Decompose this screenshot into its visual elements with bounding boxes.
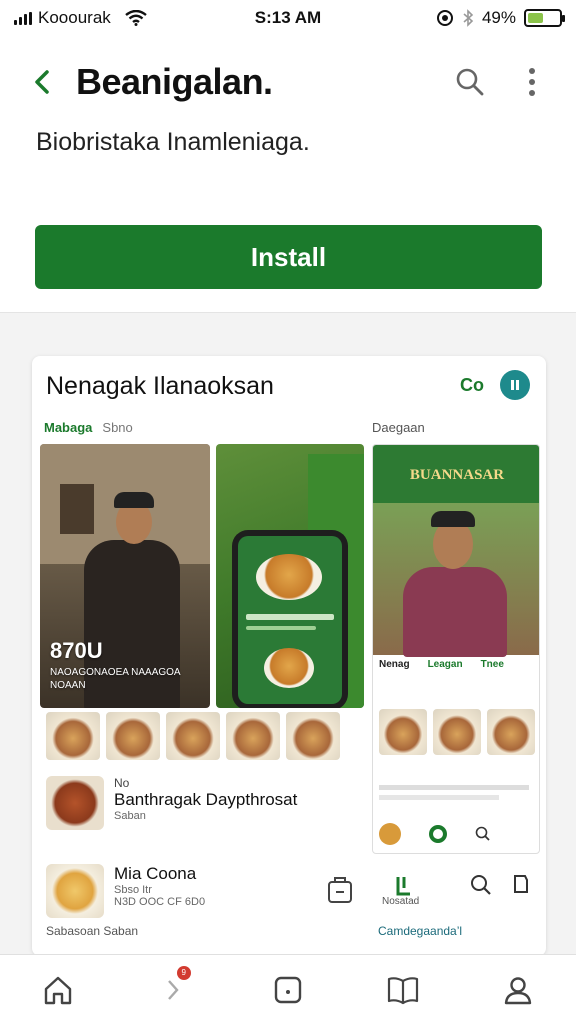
app-square-icon — [274, 976, 302, 1003]
install-button[interactable]: Install — [35, 225, 542, 289]
co-icon: Co — [460, 374, 484, 395]
food-thumb[interactable] — [433, 709, 481, 755]
food-thumbnails — [46, 712, 340, 760]
food-thumb[interactable] — [226, 712, 280, 760]
carrier-name: Kooourak — [38, 8, 111, 27]
screenshot-app-home[interactable]: BUANNASAR Nenag Leagan Tnee — [372, 444, 540, 854]
profile-icon — [505, 976, 532, 1004]
phone-mockup — [232, 530, 348, 708]
tab-sbno[interactable]: Sbno — [102, 420, 132, 435]
nav-forward[interactable]: 9 — [143, 960, 203, 1020]
dish-thumbnail — [46, 864, 104, 918]
app-banner: BUANNASAR — [373, 445, 539, 503]
app-tab-3[interactable]: Tnee — [481, 659, 504, 670]
list-item-meta: Sbso Itr — [114, 884, 152, 896]
preview-title: Nenagak Ilanaoksan — [46, 372, 274, 400]
food-thumb[interactable] — [46, 712, 100, 760]
nav-apps[interactable] — [258, 960, 318, 1020]
signal-icon — [14, 11, 32, 25]
food-thumb[interactable] — [487, 709, 535, 755]
footnote-left: Sabasoan Saban — [46, 924, 139, 938]
app-badge-icon — [500, 370, 530, 400]
app-subtitle: Biobristaka Inamleniaga. — [36, 128, 310, 156]
screenshot-photo-phone[interactable] — [216, 444, 364, 708]
battery-icon — [524, 9, 565, 27]
back-arrow-icon[interactable] — [24, 64, 60, 100]
nav-library[interactable] — [373, 960, 433, 1020]
search-icon[interactable] — [475, 826, 491, 842]
wifi-icon — [125, 10, 147, 26]
vendor-photo — [373, 503, 539, 657]
list-item-title: Mia Coona — [114, 864, 197, 883]
list-item-meta-2: N3D OOC CF 6D0 — [114, 896, 206, 908]
food-thumb[interactable] — [106, 712, 160, 760]
app-tab-2[interactable]: Leagan — [428, 659, 463, 670]
search-icon[interactable] — [450, 62, 490, 102]
dish-thumbnail — [46, 776, 104, 830]
alarm-icon — [436, 10, 453, 26]
footnote-right: Camdegaanda’l — [378, 924, 463, 938]
nav-home[interactable] — [28, 960, 88, 1020]
home-icon — [44, 976, 71, 1004]
app-header: Beanigalan. — [0, 52, 576, 112]
search-icon[interactable] — [470, 874, 492, 901]
list-item[interactable]: Mia Coona Sbso Itr N3D OOC CF 6D0 — [46, 864, 205, 918]
tab-mabaga[interactable]: Mabaga — [44, 420, 92, 435]
status-bar: Kooourak S:13 AM 49% — [0, 0, 576, 36]
page-title: Beanigalan. — [76, 61, 273, 102]
install-small-label: Nosatad — [382, 896, 420, 907]
list-item[interactable]: No Banthragak Daypthrosat Saban — [46, 776, 297, 830]
app-preview-card[interactable]: Nenagak Ilanaoksan Co Mabaga Sbno Daegaa… — [32, 356, 546, 956]
overlay-number: 870U — [50, 638, 103, 663]
battery-percent: 49% — [481, 8, 516, 27]
list-item-meta: Saban — [114, 810, 146, 822]
bottom-navigation: 9 — [0, 954, 576, 1024]
bluetooth-icon — [463, 9, 474, 27]
book-icon — [388, 976, 419, 1004]
nav-profile[interactable] — [488, 960, 548, 1020]
status-time: S:13 AM — [254, 8, 322, 27]
list-item-tag: No — [114, 776, 130, 790]
food-thumb[interactable] — [286, 712, 340, 760]
section-label: Daegaan — [372, 420, 425, 435]
list-item-title: Banthragak Daypthrosat — [114, 790, 298, 809]
bookmark-icon[interactable] — [512, 874, 530, 899]
screenshot-photo-man[interactable]: 870U NAOAGONAOEA NAAAGOA NOAAN — [40, 444, 210, 708]
food-thumb[interactable] — [166, 712, 220, 760]
notification-badge: 9 — [176, 965, 191, 980]
share-icon[interactable] — [326, 874, 354, 909]
food-thumb[interactable] — [379, 709, 427, 755]
overlay-caption: NAOAGONAOEA NAAAGOA NOAAN — [50, 667, 181, 691]
app-tab-1[interactable]: Nenag — [379, 659, 410, 670]
chevron-right-icon — [167, 979, 179, 1000]
more-options-icon[interactable] — [512, 62, 552, 102]
